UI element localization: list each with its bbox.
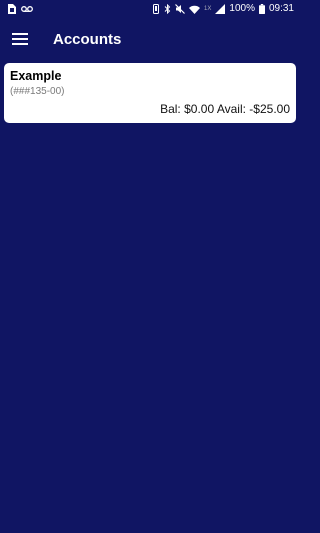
account-name: Example [10, 69, 62, 83]
account-balances: Bal: $0.00 Avail: -$25.00 [160, 102, 290, 116]
status-left-icons [8, 4, 33, 14]
balance-label: Bal: [160, 102, 181, 116]
status-time: 09:31 [268, 3, 294, 14]
app-bar: Accounts [0, 18, 300, 60]
signal-icon [215, 4, 226, 14]
sim-card-icon [8, 4, 16, 14]
battery-percent: 100% [229, 3, 255, 14]
network-label: 1X [204, 6, 212, 12]
balance-value: $0.00 [184, 102, 215, 116]
battery-icon [258, 4, 265, 14]
account-card[interactable]: Example (###135-00) Bal: $0.00 Avail: -$… [4, 63, 296, 123]
account-number: (###135-00) [10, 86, 65, 97]
available-label: Avail: [216, 102, 246, 116]
vibrate-icon [152, 4, 160, 14]
mute-icon [175, 4, 185, 14]
available-value: -$25.00 [249, 102, 290, 116]
hamburger-menu-icon[interactable] [8, 27, 32, 51]
bluetooth-icon [164, 4, 171, 14]
page-title: Accounts [53, 30, 122, 48]
wifi-icon [189, 5, 201, 14]
status-bar: 1X 100% 09:31 [0, 0, 300, 18]
status-right-icons: 1X 100% 09:31 [152, 3, 294, 15]
voicemail-icon [21, 5, 33, 13]
